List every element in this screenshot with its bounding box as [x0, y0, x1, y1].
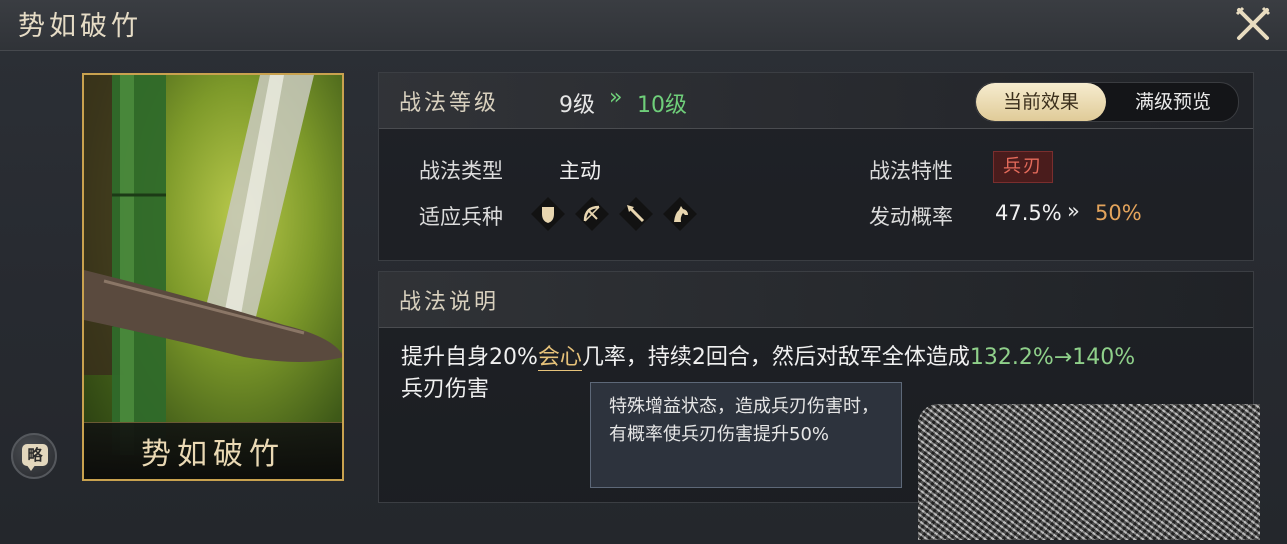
rate-label: 发动概率 — [869, 205, 953, 229]
units-label: 适应兵种 — [419, 205, 503, 229]
card-name: 势如破竹 — [141, 437, 285, 472]
card-label-plate: 势如破竹 — [84, 422, 342, 479]
level-label: 战法等级 — [399, 91, 500, 116]
tab-max-preview[interactable]: 满级预览 — [1114, 83, 1232, 121]
tactic-card: 势如破竹 — [82, 73, 344, 481]
type-label: 战法类型 — [419, 159, 503, 183]
tactic-info-panel: 战法等级 9级 » 10级 当前效果 满级预览 战法类型 主动 战法特性 兵刃 … — [378, 72, 1254, 261]
horse-icon[interactable] — [663, 197, 697, 231]
desc-part3: 兵刃伤害 — [401, 377, 490, 402]
level-header: 战法等级 9级 » 10级 当前效果 满级预览 — [379, 73, 1253, 129]
level-arrow-icon: » — [609, 85, 623, 110]
obscured-region — [918, 404, 1260, 540]
rate-arrow-icon: » — [1067, 199, 1080, 223]
rate-current: 47.5% — [995, 201, 1062, 225]
damage-value: 132.2%→140% — [969, 345, 1136, 370]
level-current: 9级 — [559, 93, 595, 118]
rate-next: 50% — [1095, 201, 1142, 225]
tooltip-text: 特殊增益状态，造成兵刃伤害时，有概率使兵刃伤害提升50% — [609, 396, 879, 445]
type-value: 主动 — [559, 159, 601, 183]
description-header: 战法说明 — [379, 272, 1253, 328]
trait-label: 战法特性 — [869, 159, 953, 183]
bow-icon[interactable] — [575, 197, 609, 231]
desc-part2: 几率，持续2回合，然后对敌军全体造成 — [581, 345, 970, 370]
strategy-bubble-icon: 略 — [22, 444, 48, 466]
keyword-crit-link[interactable]: 会心 — [537, 345, 582, 371]
level-next: 10级 — [637, 93, 687, 118]
title-bar: 势如破竹 — [0, 0, 1287, 51]
shield-icon[interactable] — [531, 197, 565, 231]
keyword-tooltip: 特殊增益状态，造成兵刃伤害时，有概率使兵刃伤害提升50% — [590, 382, 902, 488]
spear-icon[interactable] — [619, 197, 653, 231]
window-title: 势如破竹 — [18, 11, 142, 42]
strategy-button[interactable]: 略 — [11, 433, 57, 479]
trait-badge: 兵刃 — [993, 151, 1053, 183]
bubble-tail — [26, 464, 36, 471]
bamboo-blade-art — [84, 75, 342, 455]
tab-current-effect[interactable]: 当前效果 — [976, 83, 1106, 121]
desc-part1: 提升自身20% — [401, 345, 538, 370]
close-icon[interactable] — [1233, 4, 1273, 44]
description-label: 战法说明 — [399, 290, 500, 315]
effect-toggle: 当前效果 满级预览 — [975, 82, 1239, 122]
